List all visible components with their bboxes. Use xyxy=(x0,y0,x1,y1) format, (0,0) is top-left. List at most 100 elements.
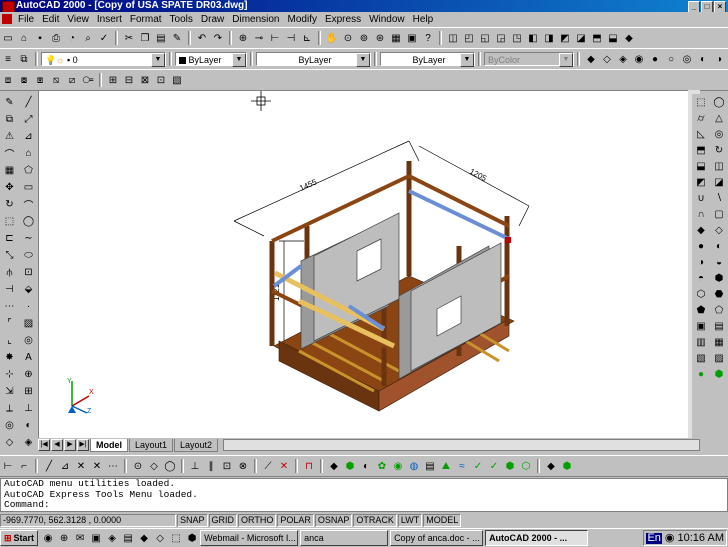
render-tool-18-icon[interactable]: ▨ xyxy=(712,351,726,365)
task-word-doc[interactable]: Copy of anca.doc - ... xyxy=(390,530,484,546)
linear-dim-icon[interactable]: ⊢ xyxy=(1,459,15,473)
wireframe-icon[interactable]: ◇ xyxy=(600,52,614,66)
slice-icon[interactable]: ⬓ xyxy=(694,159,708,173)
layer-tool-5-icon[interactable]: ⧄ xyxy=(65,73,79,87)
menu-file[interactable]: File xyxy=(14,14,38,25)
tool-a-icon[interactable]: ⊹ xyxy=(2,367,17,382)
command-window[interactable]: AutoCAD menu utilities loaded. AutoCAD E… xyxy=(0,478,728,512)
explode-icon[interactable]: ✸ xyxy=(2,350,17,365)
start-button[interactable]: ⊞ Start xyxy=(0,530,39,546)
quicklaunch-6-icon[interactable]: ▤ xyxy=(121,531,135,545)
snap-perpendicular-icon[interactable]: ⊥ xyxy=(188,459,202,473)
snap-quadrant-icon[interactable]: ◇ xyxy=(147,459,161,473)
menu-help[interactable]: Help xyxy=(409,14,438,25)
render-tool-10-icon[interactable]: ⬣ xyxy=(712,287,726,301)
tool-b-icon[interactable]: ⊕ xyxy=(21,367,36,382)
layer-manager-icon[interactable]: ≡ xyxy=(1,52,15,66)
inquiry-icon[interactable]: ⊾ xyxy=(300,31,314,45)
tool-i-icon[interactable]: ◇ xyxy=(2,435,17,450)
chamfer-icon[interactable]: ⌜ xyxy=(2,316,17,331)
render-tool-6-icon[interactable]: ◒ xyxy=(712,255,726,269)
tool-f-icon[interactable]: ⊥ xyxy=(21,401,36,416)
render-tool-8-icon[interactable]: ⬢ xyxy=(712,271,726,285)
move-icon[interactable]: ✥ xyxy=(2,180,17,195)
render-tool-19-icon[interactable]: ● xyxy=(694,367,708,381)
render-a-icon[interactable]: ◆ xyxy=(327,459,341,473)
properties-icon[interactable]: ▦ xyxy=(389,31,403,45)
express-tool-3-icon[interactable]: ⊠ xyxy=(138,73,152,87)
tool-e-icon[interactable]: ⟂ xyxy=(2,401,17,416)
osnap-icon[interactable]: ⊸ xyxy=(252,31,266,45)
point-icon[interactable]: · xyxy=(21,299,36,314)
render-tool-7-icon[interactable]: ◓ xyxy=(694,271,708,285)
express-tool-4-icon[interactable]: ⊡ xyxy=(154,73,168,87)
render-tool-9-icon[interactable]: ⬡ xyxy=(694,287,708,301)
snap-tangent-icon[interactable]: ◯ xyxy=(163,459,177,473)
ucs-icon[interactable]: ⊢ xyxy=(268,31,282,45)
chevron-down-icon[interactable]: ▼ xyxy=(151,53,165,67)
ucs-options-icon[interactable]: ⊣ xyxy=(284,31,298,45)
render-tool-1-icon[interactable]: ◆ xyxy=(694,223,708,237)
cylinder-icon[interactable]: ⌭ xyxy=(694,111,708,125)
redo-icon[interactable]: ↷ xyxy=(211,31,225,45)
model-toggle[interactable]: MODEL xyxy=(423,514,462,527)
offset-icon[interactable]: ⌒ xyxy=(2,146,17,161)
render-j-icon[interactable]: ✓ xyxy=(471,459,485,473)
quicklaunch-1-icon[interactable]: ◉ xyxy=(41,531,55,545)
render-tool-4-icon[interactable]: ◐ xyxy=(712,239,726,253)
last-tab-icon[interactable]: ▶| xyxy=(77,439,89,451)
subtract-icon[interactable]: ∖ xyxy=(712,191,726,205)
chevron-down-icon[interactable]: ▼ xyxy=(356,53,370,67)
quicklaunch-10-icon[interactable]: ⬢ xyxy=(185,531,199,545)
linetype-combo[interactable]: ByLayer ▼ xyxy=(256,52,371,67)
prev-tab-icon[interactable]: ◀ xyxy=(51,439,63,451)
next-tab-icon[interactable]: ▶ xyxy=(64,439,76,451)
copy-icon[interactable]: ❐ xyxy=(138,31,152,45)
menu-view[interactable]: View xyxy=(63,14,93,25)
document-icon[interactable] xyxy=(2,14,12,24)
gouraud-edges-icon[interactable]: ○ xyxy=(664,52,678,66)
wedge-icon[interactable]: ◺ xyxy=(694,127,708,141)
text-icon[interactable]: A xyxy=(21,350,36,365)
tab-layout1[interactable]: Layout1 xyxy=(129,438,174,452)
sphere-icon[interactable]: ◯ xyxy=(712,95,726,109)
make-block-icon[interactable]: ⬙ xyxy=(21,282,36,297)
pline-icon[interactable]: ⊿ xyxy=(21,129,36,144)
otrack-toggle[interactable]: OTRACK xyxy=(353,514,397,527)
render-tool-20-icon[interactable]: ⬢ xyxy=(712,367,726,381)
preview-icon[interactable]: ◔ xyxy=(65,31,79,45)
bottom-view-icon[interactable]: ◱ xyxy=(478,31,492,45)
paste-icon[interactable]: ▤ xyxy=(154,31,168,45)
render-tool-11-icon[interactable]: ⬟ xyxy=(694,303,708,317)
render-f-icon[interactable]: ◍ xyxy=(407,459,421,473)
mirror-icon[interactable]: ⚠ xyxy=(2,129,17,144)
revolve-icon[interactable]: ↻ xyxy=(712,143,726,157)
hatch-icon[interactable]: ▨ xyxy=(21,316,36,331)
zoom-realtime-icon[interactable]: ⊙ xyxy=(341,31,355,45)
box-icon[interactable]: ⬚ xyxy=(694,95,708,109)
snap-extension-icon[interactable]: ⋯ xyxy=(106,459,120,473)
render-tool-15-icon[interactable]: ▥ xyxy=(694,335,708,349)
express-tool-1-icon[interactable]: ⊞ xyxy=(106,73,120,87)
task-webmail[interactable]: Webmail - Microsoft I... xyxy=(200,530,299,546)
flat-edges-icon[interactable]: ◎ xyxy=(680,52,694,66)
array-icon[interactable]: ▦ xyxy=(2,163,17,178)
zoom-previous-icon[interactable]: ⊛ xyxy=(373,31,387,45)
layer-tool-3-icon[interactable]: ⧆ xyxy=(33,73,47,87)
horizontal-scrollbar[interactable] xyxy=(223,439,700,451)
setup-drawing-icon[interactable]: ◪ xyxy=(712,175,726,189)
spell-icon[interactable]: ✓ xyxy=(97,31,111,45)
region-icon[interactable]: ◎ xyxy=(21,333,36,348)
tray-icon[interactable]: ◉ xyxy=(665,532,675,544)
snap-center-icon[interactable]: ⊙ xyxy=(131,459,145,473)
cone-icon[interactable]: △ xyxy=(712,111,726,125)
tool-j-icon[interactable]: ◈ xyxy=(21,435,36,450)
layer-tool-4-icon[interactable]: ⧅ xyxy=(49,73,63,87)
save-icon[interactable]: ▪ xyxy=(33,31,47,45)
polygon-shape-icon[interactable]: ⬠ xyxy=(21,163,36,178)
pan-icon[interactable]: ✋ xyxy=(325,31,339,45)
top-view-icon[interactable]: ◰ xyxy=(462,31,476,45)
extend-icon[interactable]: ⊣ xyxy=(2,282,17,297)
quicklaunch-4-icon[interactable]: ▣ xyxy=(89,531,103,545)
snap-insert-icon[interactable]: ⊡ xyxy=(220,459,234,473)
